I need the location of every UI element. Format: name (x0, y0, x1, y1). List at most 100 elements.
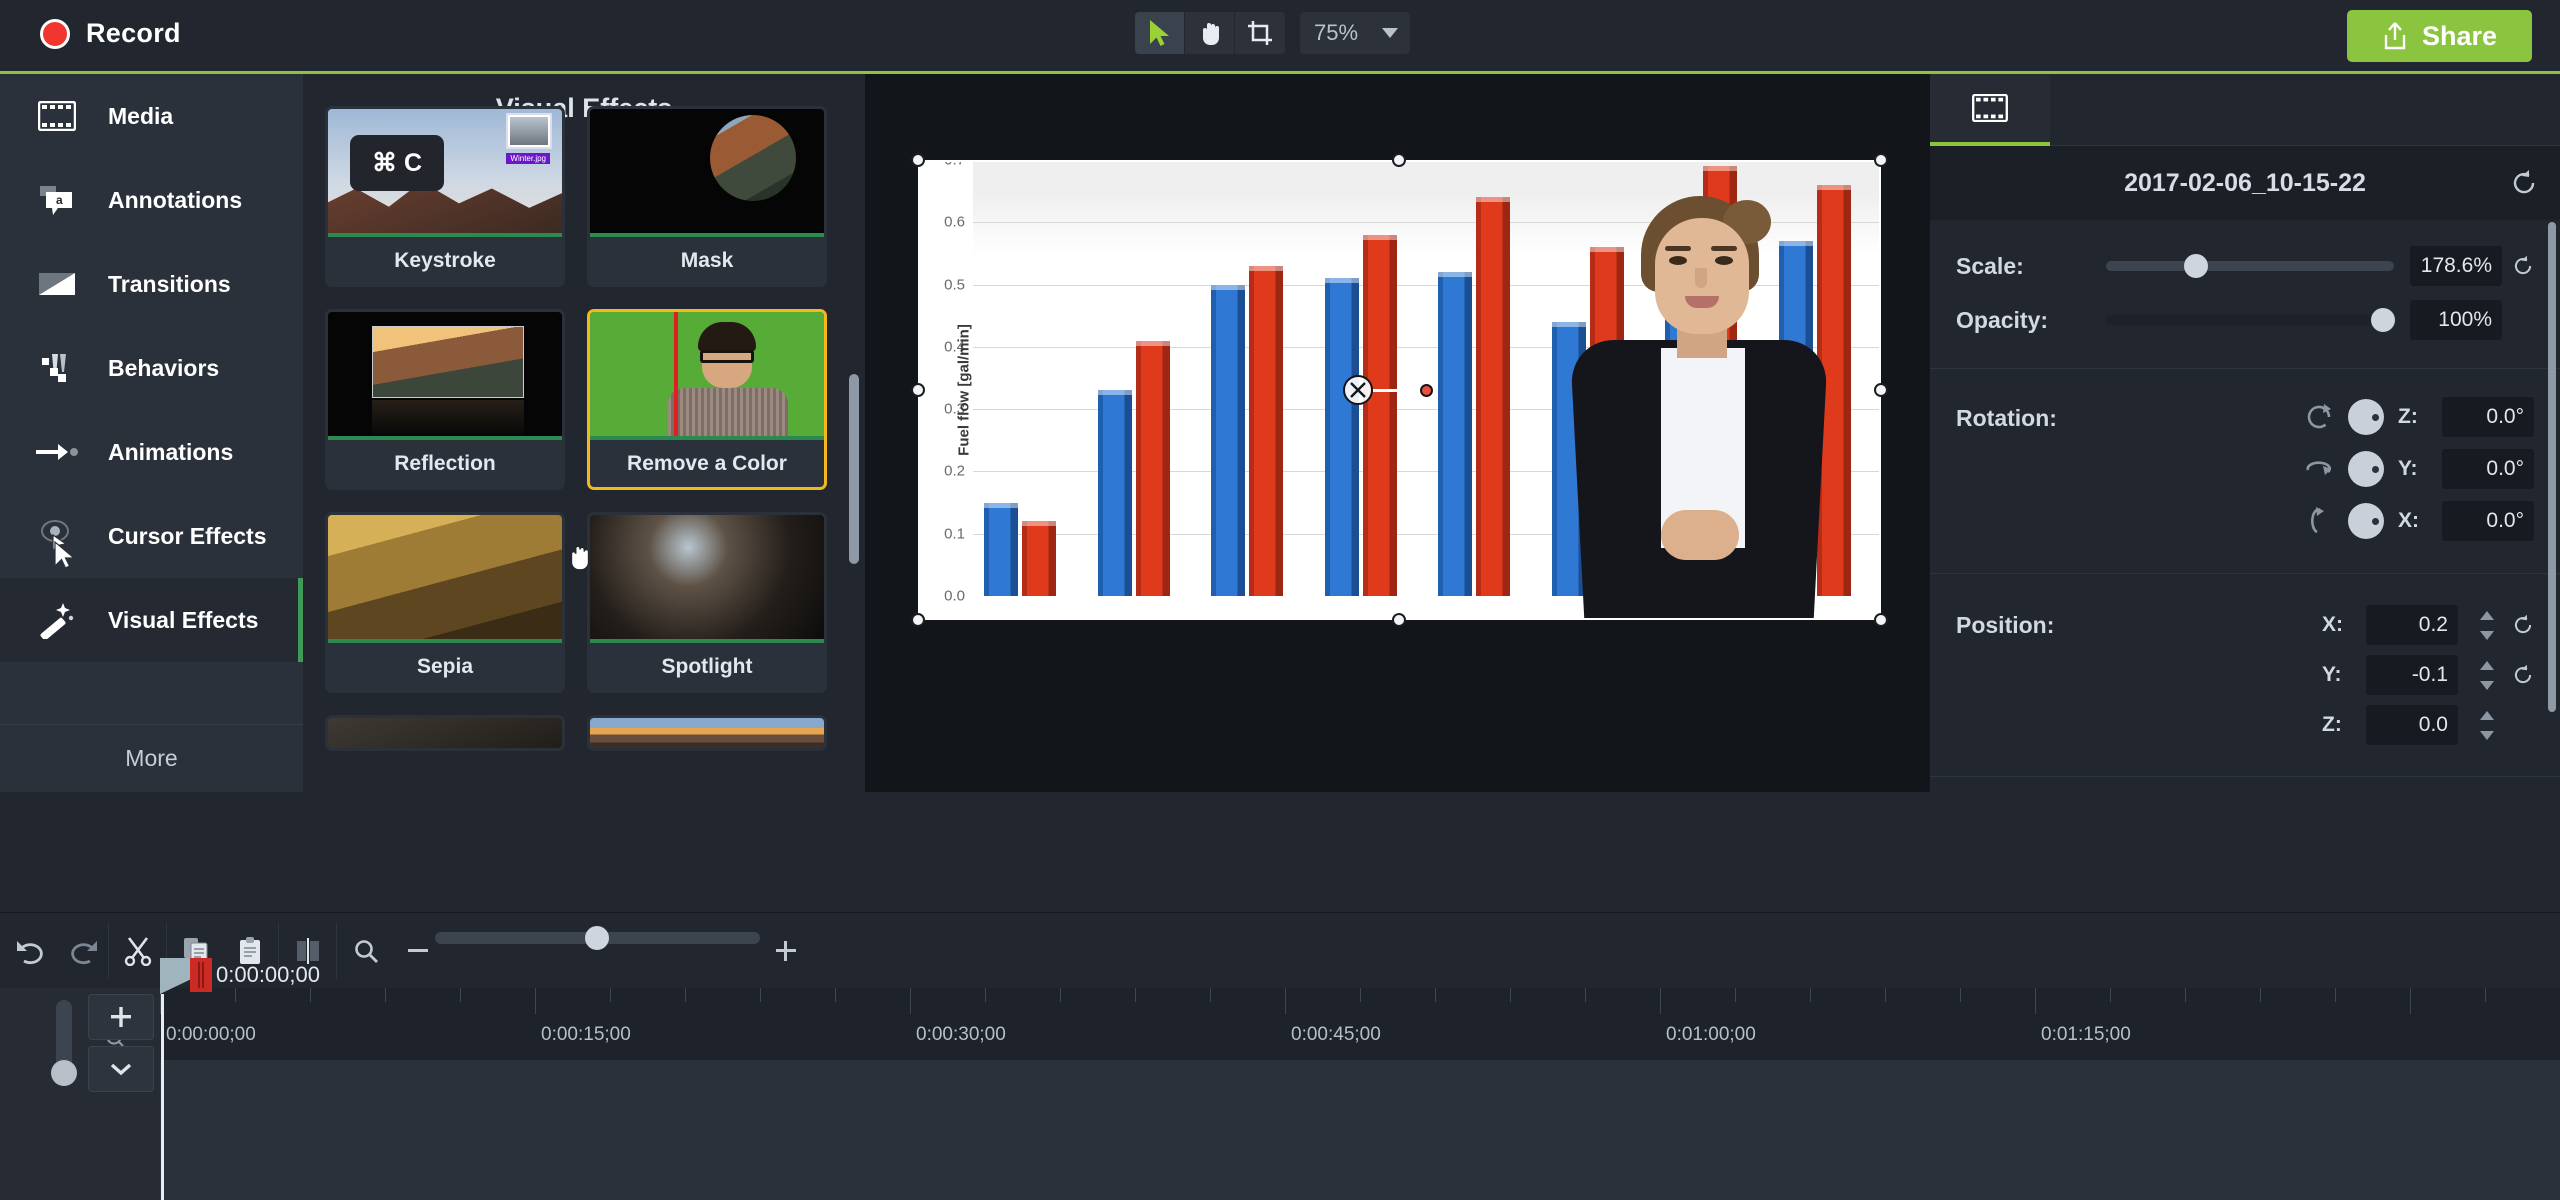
rotation-y-value[interactable]: 0.0° (2442, 449, 2534, 489)
pointer-tool[interactable] (1135, 12, 1185, 54)
resize-handle-top-left[interactable] (911, 153, 925, 167)
scale-row: Scale: 178.6% (1956, 244, 2534, 288)
record-button[interactable]: Record (30, 12, 191, 55)
opacity-slider[interactable] (2106, 308, 2395, 332)
undo-icon (17, 941, 43, 965)
ruler-tick (2410, 988, 2411, 1014)
position-x-stepper[interactable] (2476, 605, 2498, 645)
reset-icon (2514, 664, 2532, 684)
sidebar-item-media[interactable]: Media (0, 74, 303, 158)
resize-handle-bottom-right[interactable] (1874, 613, 1888, 627)
position-z-stepper[interactable] (2476, 705, 2498, 745)
scale-label: Scale: (1956, 252, 2024, 279)
properties-scrollbar[interactable] (2548, 222, 2556, 712)
ruler-tick (1960, 988, 1961, 1002)
scale-slider-knob[interactable] (2183, 254, 2208, 278)
resize-handle-top-center[interactable] (1392, 153, 1406, 167)
tab-media-properties[interactable] (1930, 74, 2050, 146)
sidebar-item-annotations[interactable]: a Annotations (0, 158, 303, 242)
ruler-tick (535, 988, 536, 1014)
ruler-tick (1660, 988, 1661, 1014)
arrow-animation-icon (36, 431, 78, 473)
sidebar-item-behaviors[interactable]: Behaviors (0, 326, 303, 410)
effect-card-window[interactable] (325, 715, 565, 751)
add-track-button[interactable] (88, 994, 154, 1040)
rotation-y-dial[interactable] (2348, 451, 2384, 487)
resize-handle-middle-right[interactable] (1874, 383, 1888, 397)
position-x-value[interactable]: 0.2 (2366, 605, 2458, 645)
collapse-tracks-button[interactable] (88, 1046, 154, 1092)
rotation-handle[interactable] (1343, 375, 1373, 405)
effect-card-reflection[interactable]: Reflection (325, 309, 565, 490)
position-z-value[interactable]: 0.0 (2366, 705, 2458, 745)
timeline-track-area[interactable] (160, 1060, 2560, 1200)
clip-name: 2017-02-06_10-15-22 (2124, 168, 2366, 197)
zoom-search-button[interactable] (340, 927, 392, 975)
timeline-zoom-slider-knob[interactable] (585, 926, 609, 950)
position-y-reset-button[interactable] (2512, 664, 2534, 686)
redo-button[interactable] (58, 927, 110, 975)
position-y-stepper[interactable] (2476, 655, 2498, 695)
resize-handle-middle-left[interactable] (911, 383, 925, 397)
position-x-reset-button[interactable] (2512, 614, 2534, 636)
cut-button[interactable] (112, 927, 164, 975)
ruler-tick (2485, 988, 2486, 1002)
resize-handle-bottom-left[interactable] (911, 613, 925, 627)
effects-scrollbar[interactable] (849, 374, 859, 564)
effect-card-remove-a-color[interactable]: Remove a Color (587, 309, 827, 490)
chart-bar (1135, 340, 1170, 596)
rotation-z-value[interactable]: 0.0° (2442, 397, 2534, 437)
record-dot-icon (40, 18, 70, 49)
ruler-label: 0:00:45;00 (1291, 1024, 1381, 1045)
sidebar-label-annotations: Annotations (108, 186, 243, 213)
media-clip-stage[interactable]: 0.0 0.1 0.2 0.3 0.4 0.5 0.6 0.7 Fuel flow [gal/… (911, 153, 1888, 627)
opacity-slider-knob[interactable] (2370, 308, 2395, 332)
rotation-z-dial[interactable] (2348, 399, 2384, 435)
properties-tabs (1930, 74, 2560, 146)
opacity-value[interactable]: 100% (2410, 300, 2502, 340)
effect-card-sunrise[interactable] (587, 715, 827, 751)
rotation-x-value[interactable]: 0.0° (2442, 501, 2534, 541)
ruler-tick (2335, 988, 2336, 1002)
rotation-section: Rotation: Z: 0.0° Y: 0.0° X: 0.0° (1930, 369, 2560, 574)
top-toolbar: Record 75% Share (0, 0, 2560, 74)
scale-value[interactable]: 178.6% (2410, 246, 2502, 286)
resize-handle-top-right[interactable] (1874, 153, 1888, 167)
effect-card-spotlight[interactable]: Spotlight (587, 512, 827, 693)
position-y-value[interactable]: -0.1 (2366, 655, 2458, 695)
playhead-marker[interactable] (190, 958, 212, 992)
crop-tool[interactable] (1235, 12, 1285, 54)
effect-card-sepia[interactable]: Sepia (325, 512, 565, 693)
sidebar-item-cursor-effects[interactable]: Cursor Effects (0, 494, 303, 578)
ruler-tick (2035, 988, 2036, 1014)
rotation-x-dial[interactable] (2348, 503, 2384, 539)
video-preview-canvas[interactable]: 0.0 0.1 0.2 0.3 0.4 0.5 0.6 0.7 Fuel flow [gal/… (865, 74, 1930, 792)
sidebar-item-visual-effects[interactable]: Visual Effects (0, 578, 303, 662)
chart-bar (1438, 272, 1473, 596)
scale-opacity-section: Scale: 178.6% Opacity: 100% (1930, 220, 2560, 369)
hand-tool[interactable] (1185, 12, 1235, 54)
share-button[interactable]: Share (2347, 10, 2532, 62)
effect-thumb-keystroke: Winter.jpg ⌘ C (328, 109, 562, 237)
rotation-y-row: Y: 0.0° (2106, 443, 2534, 495)
sidebar-item-animations[interactable]: Animations (0, 410, 303, 494)
zoom-level-select[interactable]: 75% (1300, 12, 1410, 54)
chart-bar (1022, 521, 1057, 596)
effect-card-mask[interactable]: Mask (587, 106, 827, 287)
zoom-in-button[interactable] (760, 927, 812, 975)
scale-slider[interactable] (2106, 254, 2394, 278)
rotation-label: Rotation: (1956, 405, 2057, 431)
undo-button[interactable] (4, 927, 56, 975)
ruler-tick (460, 988, 461, 1002)
opacity-label: Opacity: (1956, 306, 2049, 333)
resize-handle-bottom-center[interactable] (1392, 613, 1406, 627)
scale-reset-button[interactable] (2512, 255, 2534, 277)
effect-card-keystroke[interactable]: Winter.jpg ⌘ C Keystroke (325, 106, 565, 287)
timeline-ruler[interactable]: 0:00:00;00 0:00:15;00 0:00:30;00 0:00:45;00… (160, 988, 2560, 1060)
sidebar-more-button[interactable]: More (0, 724, 303, 792)
reset-icon (2513, 170, 2535, 194)
sidebar-item-transitions[interactable]: Transitions (0, 242, 303, 326)
rotation-knob[interactable] (1420, 384, 1433, 397)
track-volume-slider-knob[interactable] (51, 1060, 77, 1086)
reset-all-button[interactable] (2510, 169, 2538, 197)
